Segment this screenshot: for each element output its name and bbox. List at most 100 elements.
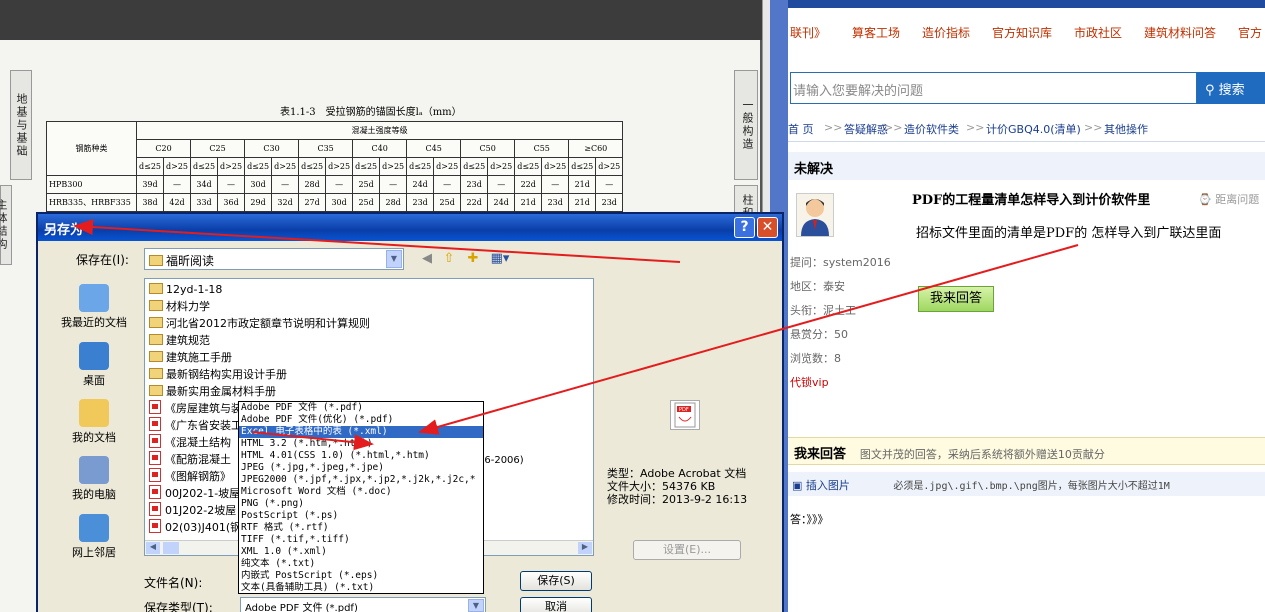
list-item[interactable]: 建筑施工手册	[149, 349, 232, 366]
sub-header: d≤25	[514, 157, 543, 176]
place-2[interactable]: 我的文档	[48, 399, 140, 445]
scroll-right-icon[interactable]: ▶	[578, 542, 592, 554]
filetype-option[interactable]: HTML 4.01(CSS 1.0) (*.html,*.htm)	[239, 450, 483, 462]
cancel-button[interactable]: 取消	[520, 597, 592, 612]
filetype-dropdown[interactable]: Adobe PDF 文件 (*.pdf) Adobe PDF 文件(优化) (*.…	[238, 401, 484, 594]
list-item[interactable]: 材料力学	[149, 298, 210, 315]
new-folder-icon[interactable]: ✚	[464, 251, 482, 267]
place-0[interactable]: 我最近的文档	[48, 284, 140, 330]
file-name: 《混凝土结构	[165, 436, 231, 449]
filetype-option[interactable]: JPEG2000 (*.jpf,*.jpx,*.jp2,*.j2k,*.j2c,…	[239, 474, 483, 486]
save-in-combo[interactable]: 福昕阅读 ▼	[144, 248, 404, 270]
scroll-thumb[interactable]	[163, 542, 179, 554]
table-cell: 33d	[190, 193, 219, 212]
list-item[interactable]: 河北省2012市政定额章节说明和计算规则	[149, 315, 370, 332]
nav-link[interactable]: 市政社区	[1074, 24, 1122, 41]
filetype-option[interactable]: TIFF (*.tif,*.tiff)	[239, 534, 483, 546]
place-1[interactable]: 桌面	[48, 342, 140, 388]
filetype-option[interactable]: XML 1.0 (*.xml)	[239, 546, 483, 558]
search-input[interactable]: 请输入您要解决的问题	[790, 72, 1197, 104]
list-item[interactable]: 建筑规范	[149, 332, 210, 349]
breadcrumb-item[interactable]: 其他操作	[1104, 121, 1148, 137]
meta-asker[interactable]: 提问：system2016	[790, 254, 891, 270]
filetype-option[interactable]: RTF 格式 (*.rtf)	[239, 522, 483, 534]
filetype-option[interactable]: Excel 电子表格中的表 (*.xml)	[239, 426, 483, 438]
up-folder-icon[interactable]: ⇧	[440, 251, 458, 267]
breadcrumb-separator: >>	[824, 121, 843, 134]
folder-icon	[149, 300, 163, 311]
side-tab-left-2: 主体结构	[0, 185, 12, 265]
filetype-option[interactable]: 纯文本 (*.txt)	[239, 558, 483, 570]
nav-link[interactable]: 联刊》	[790, 24, 826, 41]
folder-icon	[149, 283, 163, 294]
breadcrumb-item[interactable]: 答疑解惑	[844, 121, 888, 137]
filetype-option[interactable]: Adobe PDF 文件(优化) (*.pdf)	[239, 414, 483, 426]
avatar[interactable]	[796, 193, 834, 237]
close-button[interactable]: ✕	[757, 217, 778, 238]
place-4[interactable]: 网上邻居	[48, 514, 140, 560]
dialog-titlebar[interactable]: 另存为 ? ✕	[38, 214, 782, 241]
sub-header: d>25	[487, 157, 516, 176]
filetype-option[interactable]: 文本(具备辅助工具) (*.txt)	[239, 582, 483, 594]
nav-link[interactable]: 造价指标	[922, 24, 970, 41]
list-item[interactable]: 12yd-1-18	[149, 281, 222, 298]
meta-vip[interactable]: 代锁vip	[790, 374, 829, 390]
list-item[interactable]: 01J202-2坡屋	[149, 502, 236, 519]
file-name: 00J202-1-坡屋	[165, 487, 241, 500]
list-item[interactable]: 02(03)J401(钢	[149, 519, 241, 536]
file-name: 最新钢结构实用设计手册	[166, 368, 287, 381]
filetype-option[interactable]: Adobe PDF 文件 (*.pdf)	[239, 402, 483, 414]
list-item[interactable]: 00J202-1-坡屋	[149, 485, 240, 502]
nav-link[interactable]: 算客工场	[852, 24, 900, 41]
pdf-file-icon	[149, 417, 161, 431]
settings-button[interactable]: 设置(E)...	[633, 540, 741, 560]
save-in-label: 保存在(I):	[76, 253, 129, 267]
filetype-option[interactable]: PNG (*.png)	[239, 498, 483, 510]
chevron-down-icon[interactable]: ▼	[468, 599, 484, 612]
breadcrumb-item[interactable]: 计价GBQ4.0(清单)	[986, 121, 1081, 137]
filetype-option[interactable]: HTML 3.2 (*.htm,*.html)	[239, 438, 483, 450]
table-cell: 23d	[406, 193, 435, 212]
filetype-option[interactable]: JPEG (*.jpg,*.jpeg,*.jpe)	[239, 462, 483, 474]
filetype-combo[interactable]: Adobe PDF 文件 (*.pdf) ▼	[240, 597, 486, 612]
table-cell: 21d	[514, 193, 543, 212]
table-row: HPB300 39d —34d —30d —28d —25d —24d —23d —22d —21…	[46, 175, 624, 194]
table-cell: 38d	[135, 193, 165, 212]
save-in-value: 福昕阅读	[166, 254, 215, 268]
list-item[interactable]: 《图解钢筋》	[149, 468, 231, 485]
list-item[interactable]: 《配筋混凝土	[149, 451, 231, 468]
question-body: 招标文件里面的清单是PDF的 怎样导入到广联达里面	[916, 226, 1222, 241]
breadcrumb-item[interactable]: 造价软件类	[904, 121, 959, 137]
insert-image-link[interactable]: 插入图片	[806, 479, 850, 492]
view-menu-icon[interactable]: ▦▾	[488, 251, 512, 267]
scroll-left-icon[interactable]: ◀	[146, 542, 160, 554]
filetype-option[interactable]: 内嵌式 PostScript (*.eps)	[239, 570, 483, 582]
list-item[interactable]: 《混凝土结构	[149, 434, 231, 451]
answer-button[interactable]: 我来回答	[918, 286, 994, 312]
nav-link[interactable]: 官方	[1238, 24, 1262, 41]
list-item[interactable]: 最新钢结构实用设计手册	[149, 366, 287, 383]
grade-header: C25	[190, 139, 246, 158]
list-item[interactable]: 最新实用金属材料手册	[149, 383, 276, 400]
place-3[interactable]: 我的电脑	[48, 456, 140, 502]
save-button[interactable]: 保存(S)	[520, 571, 592, 591]
help-button[interactable]: ?	[734, 217, 755, 238]
breadcrumb-item[interactable]: 首 页	[788, 121, 814, 137]
web-top-bar	[788, 0, 1265, 8]
filetype-option[interactable]: Microsoft Word 文档 (*.doc)	[239, 486, 483, 498]
back-icon[interactable]: ◀	[418, 251, 436, 267]
nav-link[interactable]: 官方知识库	[992, 24, 1052, 41]
screen: 地基与基础 主体结构 一般构造 柱和节点 表1.1-3 受拉钢筋的锚固长度lₐ（…	[0, 0, 1265, 612]
file-name: 《图解钢筋》	[165, 470, 231, 483]
filetype-option[interactable]: PostScript (*.ps)	[239, 510, 483, 522]
sub-header: d>25	[433, 157, 462, 176]
breadcrumb: 首 页 >> 答疑解惑 >> 造价软件类 >> 计价GBQ4.0(清单) >> 其他操作	[788, 114, 1265, 142]
chevron-down-icon[interactable]: ▼	[386, 250, 402, 268]
file-info-size: 文件大小：54376 KB	[607, 480, 716, 493]
search-button[interactable]: ⚲ 搜索	[1197, 72, 1265, 104]
grade-header: C40	[352, 139, 408, 158]
table-cell: —	[379, 175, 408, 194]
file-name: 河北省2012市政定额章节说明和计算规则	[166, 317, 370, 330]
my-documents-icon	[79, 399, 109, 427]
nav-link[interactable]: 建筑材料问答	[1144, 24, 1216, 41]
